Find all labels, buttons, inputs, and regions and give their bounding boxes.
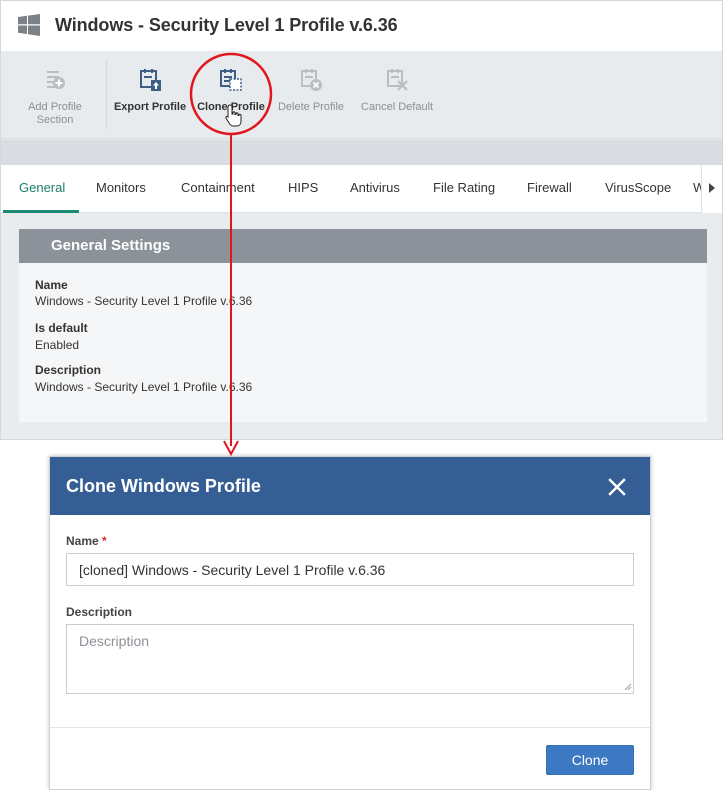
general-settings-header: General Settings <box>19 229 707 263</box>
clone-name-input[interactable] <box>66 553 634 586</box>
tab-antivirus[interactable]: Antivirus <box>350 165 400 213</box>
delete-profile-button[interactable]: Delete Profile <box>275 51 347 139</box>
selected-tab-indicator <box>3 210 79 213</box>
tab-containment[interactable]: Containment <box>181 165 255 213</box>
export-profile-label: Export Profile <box>113 101 187 113</box>
tab-general[interactable]: General <box>19 165 65 213</box>
cancel-default-label: Cancel Default <box>360 101 434 113</box>
dialog-footer: Clone <box>50 727 650 789</box>
chevron-right-icon <box>709 183 715 193</box>
profile-tabs: General Monitors Containment HIPS Antivi… <box>1 165 722 213</box>
export-profile-button[interactable]: Export Profile <box>113 51 187 139</box>
description-value: Windows - Security Level 1 Profile v.6.3… <box>35 380 253 394</box>
add-profile-section-button[interactable]: Add Profile Section <box>19 51 91 139</box>
tab-virusscope[interactable]: VirusScope <box>605 165 671 213</box>
clone-description-input[interactable] <box>66 624 634 694</box>
profile-panel: Windows - Security Level 1 Profile v.6.3… <box>0 0 723 440</box>
is-default-value: Enabled <box>35 338 80 352</box>
page-title: Windows - Security Level 1 Profile v.6.3… <box>55 15 398 35</box>
clone-icon <box>220 69 242 91</box>
pointer-arrow-head <box>223 440 239 457</box>
is-default-label: Is default <box>35 321 88 335</box>
resize-grip-icon[interactable] <box>624 683 632 691</box>
tabs-scroll-right-button[interactable] <box>701 165 722 213</box>
clone-name-label-text: Name <box>66 534 99 548</box>
clone-description-label: Description <box>66 605 133 619</box>
add-section-icon <box>47 71 65 89</box>
clone-profile-button[interactable]: Clone Profile <box>195 51 267 139</box>
dialog-title: Clone Windows Profile <box>66 476 261 496</box>
clone-profile-dialog: Clone Windows Profile Name * Description… <box>49 456 651 790</box>
general-settings-title: General Settings <box>51 237 171 254</box>
profile-toolbar: Add Profile Section Export Profile Clone… <box>1 51 722 139</box>
title-bar: Windows - Security Level 1 Profile v.6.3… <box>1 1 722 51</box>
tab-file-rating[interactable]: File Rating <box>433 165 495 213</box>
tab-firewall[interactable]: Firewall <box>527 165 572 213</box>
toolbar-divider <box>106 59 107 129</box>
clone-button[interactable]: Clone <box>546 745 634 775</box>
clone-name-label: Name * <box>66 534 107 548</box>
required-marker: * <box>102 534 107 548</box>
windows-logo-icon <box>18 14 40 36</box>
add-profile-section-label-line1: Add Profile <box>28 101 82 113</box>
clone-profile-label: Clone Profile <box>197 101 265 113</box>
description-label: Description <box>35 363 102 377</box>
tab-hips[interactable]: HIPS <box>288 165 318 213</box>
export-icon <box>140 69 161 91</box>
add-profile-section-label-line2: Section <box>36 114 74 126</box>
cancel-default-icon <box>387 69 408 91</box>
cancel-default-button[interactable]: Cancel Default <box>357 51 437 139</box>
name-label: Name <box>35 278 68 292</box>
dialog-header: Clone Windows Profile <box>50 457 650 515</box>
tab-monitors[interactable]: Monitors <box>96 165 146 213</box>
delete-icon <box>301 69 322 91</box>
close-icon[interactable] <box>606 476 628 498</box>
toolbar-stripe <box>1 140 722 165</box>
delete-profile-label: Delete Profile <box>277 101 345 113</box>
name-value: Windows - Security Level 1 Profile v.6.3… <box>35 294 253 308</box>
general-settings-card: General Settings Name Windows - Security… <box>19 229 707 422</box>
